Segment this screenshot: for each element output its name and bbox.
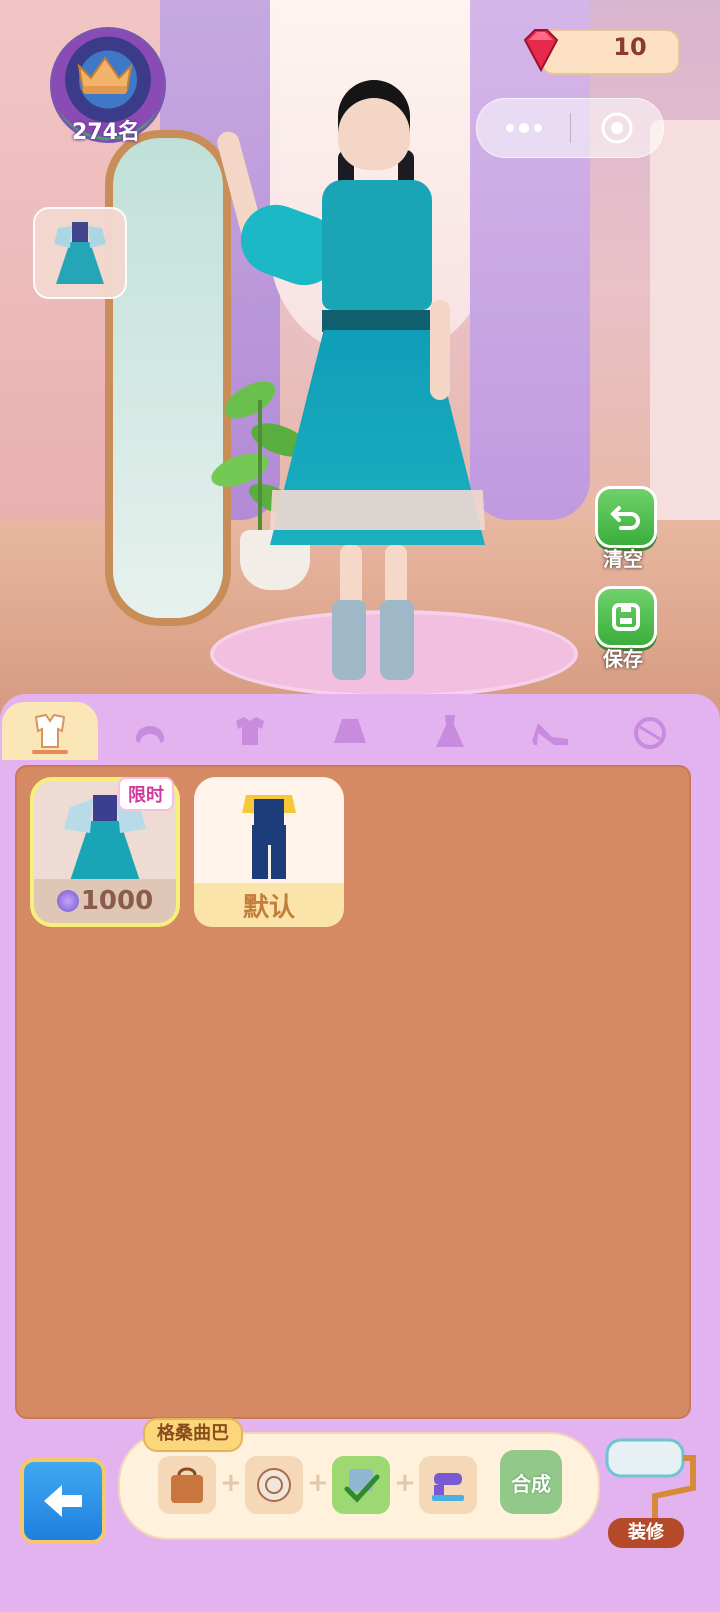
avatar-boot-left <box>332 600 366 680</box>
price-value: 1000 <box>80 886 154 916</box>
synthesis-slot-machine[interactable] <box>419 1456 477 1514</box>
shirt-icon <box>236 717 264 745</box>
save-button[interactable] <box>595 586 657 648</box>
dress-icon <box>436 715 464 747</box>
gem-count: 10 <box>613 33 647 61</box>
tab-skirt[interactable] <box>302 702 398 760</box>
clear-button[interactable] <box>595 486 657 548</box>
outfit-icon <box>54 222 106 284</box>
rank-text: 274名 <box>72 120 140 145</box>
miniprogram-capsule <box>476 98 664 158</box>
item-price: 1000 <box>34 879 176 923</box>
avatar-boot-right <box>380 600 414 680</box>
current-outfit-thumbnail[interactable] <box>33 207 127 299</box>
fabric-roll-icon <box>257 1468 291 1502</box>
synthesis-slot-bag[interactable] <box>158 1456 216 1514</box>
tab-accessory[interactable] <box>602 702 698 760</box>
save-disk-icon <box>612 603 640 631</box>
combine-button[interactable]: 合成 <box>500 1450 562 1514</box>
avatar-character <box>214 60 490 690</box>
skirt-icon <box>334 719 366 743</box>
avatar-skirt-band <box>270 490 485 530</box>
avatar-head <box>338 80 410 170</box>
more-dots-icon <box>505 123 542 133</box>
plus-icon: + <box>394 1468 416 1498</box>
hair-icon <box>135 726 165 743</box>
target-close-icon <box>601 112 632 144</box>
clothes-coin-icon <box>56 890 79 912</box>
undo-icon <box>610 506 640 530</box>
check-icon <box>344 1469 380 1503</box>
avatar-arm-right <box>430 300 450 400</box>
tab-suit[interactable] <box>2 702 98 760</box>
save-label: 保存 <box>603 647 643 671</box>
category-tabs <box>0 700 720 764</box>
tab-hair[interactable] <box>102 702 198 760</box>
item-default-label: 默认 <box>194 883 344 927</box>
plus-icon: + <box>220 1468 242 1498</box>
outfit-name-label: 格桑曲巴 <box>143 1418 243 1452</box>
limited-tag: 限时 <box>118 777 174 811</box>
clear-label: 清空 <box>603 547 643 571</box>
avatar-top <box>322 180 432 310</box>
tab-dress[interactable] <box>402 702 498 760</box>
decorate-button[interactable]: 装修 <box>608 1518 684 1548</box>
tab-top[interactable] <box>202 702 298 760</box>
more-button[interactable] <box>477 99 570 157</box>
ruby-gem-icon <box>523 29 559 73</box>
back-button[interactable] <box>20 1458 106 1544</box>
synthesis-slot-fabric[interactable] <box>245 1456 303 1514</box>
close-button[interactable] <box>570 99 663 157</box>
suit-icon <box>34 713 66 748</box>
synthesis-slot-completed[interactable] <box>332 1456 390 1514</box>
avatar-belt <box>322 310 432 332</box>
item-card-limited[interactable]: 限时 1000 <box>30 777 180 927</box>
plus-icon: + <box>307 1468 329 1498</box>
dresser <box>650 120 720 540</box>
item-card-default[interactable]: 默认 <box>194 777 344 927</box>
arrow-left-icon <box>44 1485 82 1517</box>
crown-icon <box>75 52 135 96</box>
high-heel-icon <box>532 723 568 745</box>
tab-shoes[interactable] <box>502 702 598 760</box>
sewing-machine-icon <box>432 1473 464 1501</box>
overalls-thumbnail-icon <box>242 795 296 879</box>
accessory-icon <box>634 717 666 749</box>
bag-icon <box>171 1467 203 1503</box>
